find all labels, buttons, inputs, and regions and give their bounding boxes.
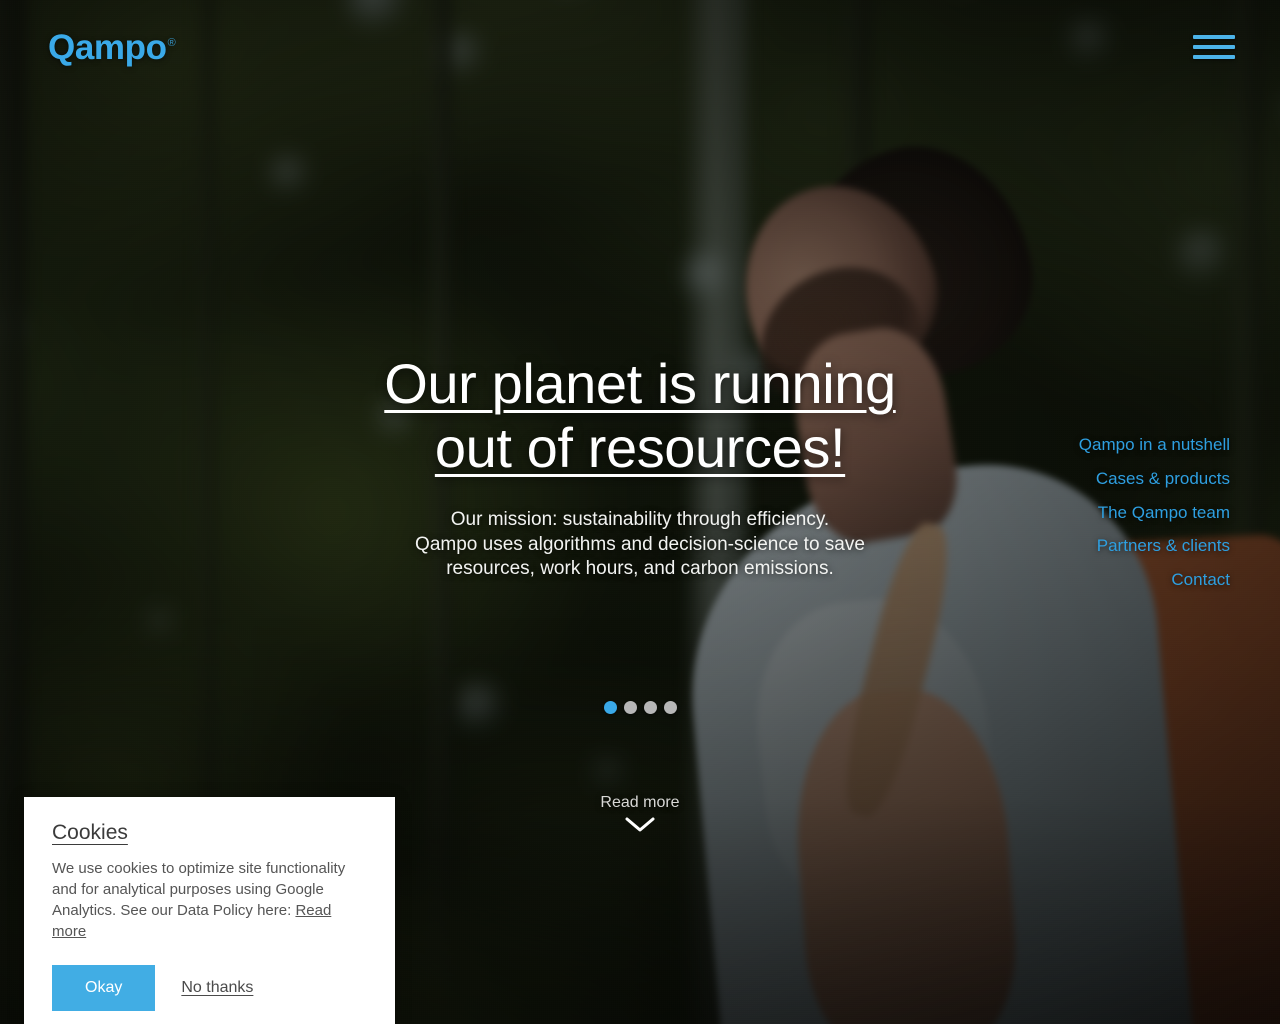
hero-heading-line-2: out of resources! [434, 415, 846, 479]
anchor-link-partners[interactable]: Partners & clients [1079, 535, 1230, 557]
carousel-pagination [0, 701, 1280, 714]
logo-text: Qampo [48, 28, 167, 67]
anchor-link-nutshell[interactable]: Qampo in a nutshell [1079, 434, 1230, 456]
page-root: Qampo® Our planet is running out of reso… [0, 0, 1280, 1024]
chevron-down-icon [625, 817, 655, 832]
carousel-dot-4[interactable] [663, 701, 677, 714]
cookie-accept-button[interactable]: Okay [52, 965, 156, 1011]
carousel-dot-3[interactable] [643, 701, 657, 714]
trademark-symbol: ® [167, 37, 176, 50]
anchor-link-team[interactable]: The Qampo team [1079, 502, 1230, 524]
site-logo[interactable]: Qampo® [48, 28, 176, 67]
hero-heading-line-1: Our planet is running [384, 352, 896, 415]
carousel-dot-2[interactable] [623, 701, 637, 714]
hamburger-bar-2 [1193, 45, 1235, 49]
cookie-banner-text: We use cookies to optimize site function… [52, 858, 367, 942]
hero-subtitle-line-3: resources, work hours, and carbon emissi… [446, 558, 834, 580]
cookie-banner-actions: Okay No thanks [52, 965, 367, 1011]
cookie-consent-banner: Cookies We use cookies to optimize site … [24, 797, 395, 1024]
hamburger-menu-icon[interactable] [1193, 32, 1235, 62]
hero-subtitle-line-2: Qampo uses algorithms and decision-scien… [415, 533, 865, 555]
cookie-decline-button[interactable]: No thanks [181, 979, 253, 997]
anchor-navigation: Qampo in a nutshell Cases & products The… [1079, 434, 1230, 591]
ui-layer: Qampo® Our planet is running out of reso… [0, 0, 1280, 1024]
cookie-banner-title: Cookies [52, 821, 128, 844]
anchor-link-contact[interactable]: Contact [1079, 569, 1230, 591]
hamburger-bar-1 [1193, 35, 1235, 39]
anchor-link-cases[interactable]: Cases & products [1079, 468, 1230, 490]
hamburger-bar-3 [1193, 55, 1235, 59]
carousel-dot-1[interactable] [603, 701, 617, 714]
hero-subtitle-line-1: Our mission: sustainability through effi… [450, 508, 830, 530]
